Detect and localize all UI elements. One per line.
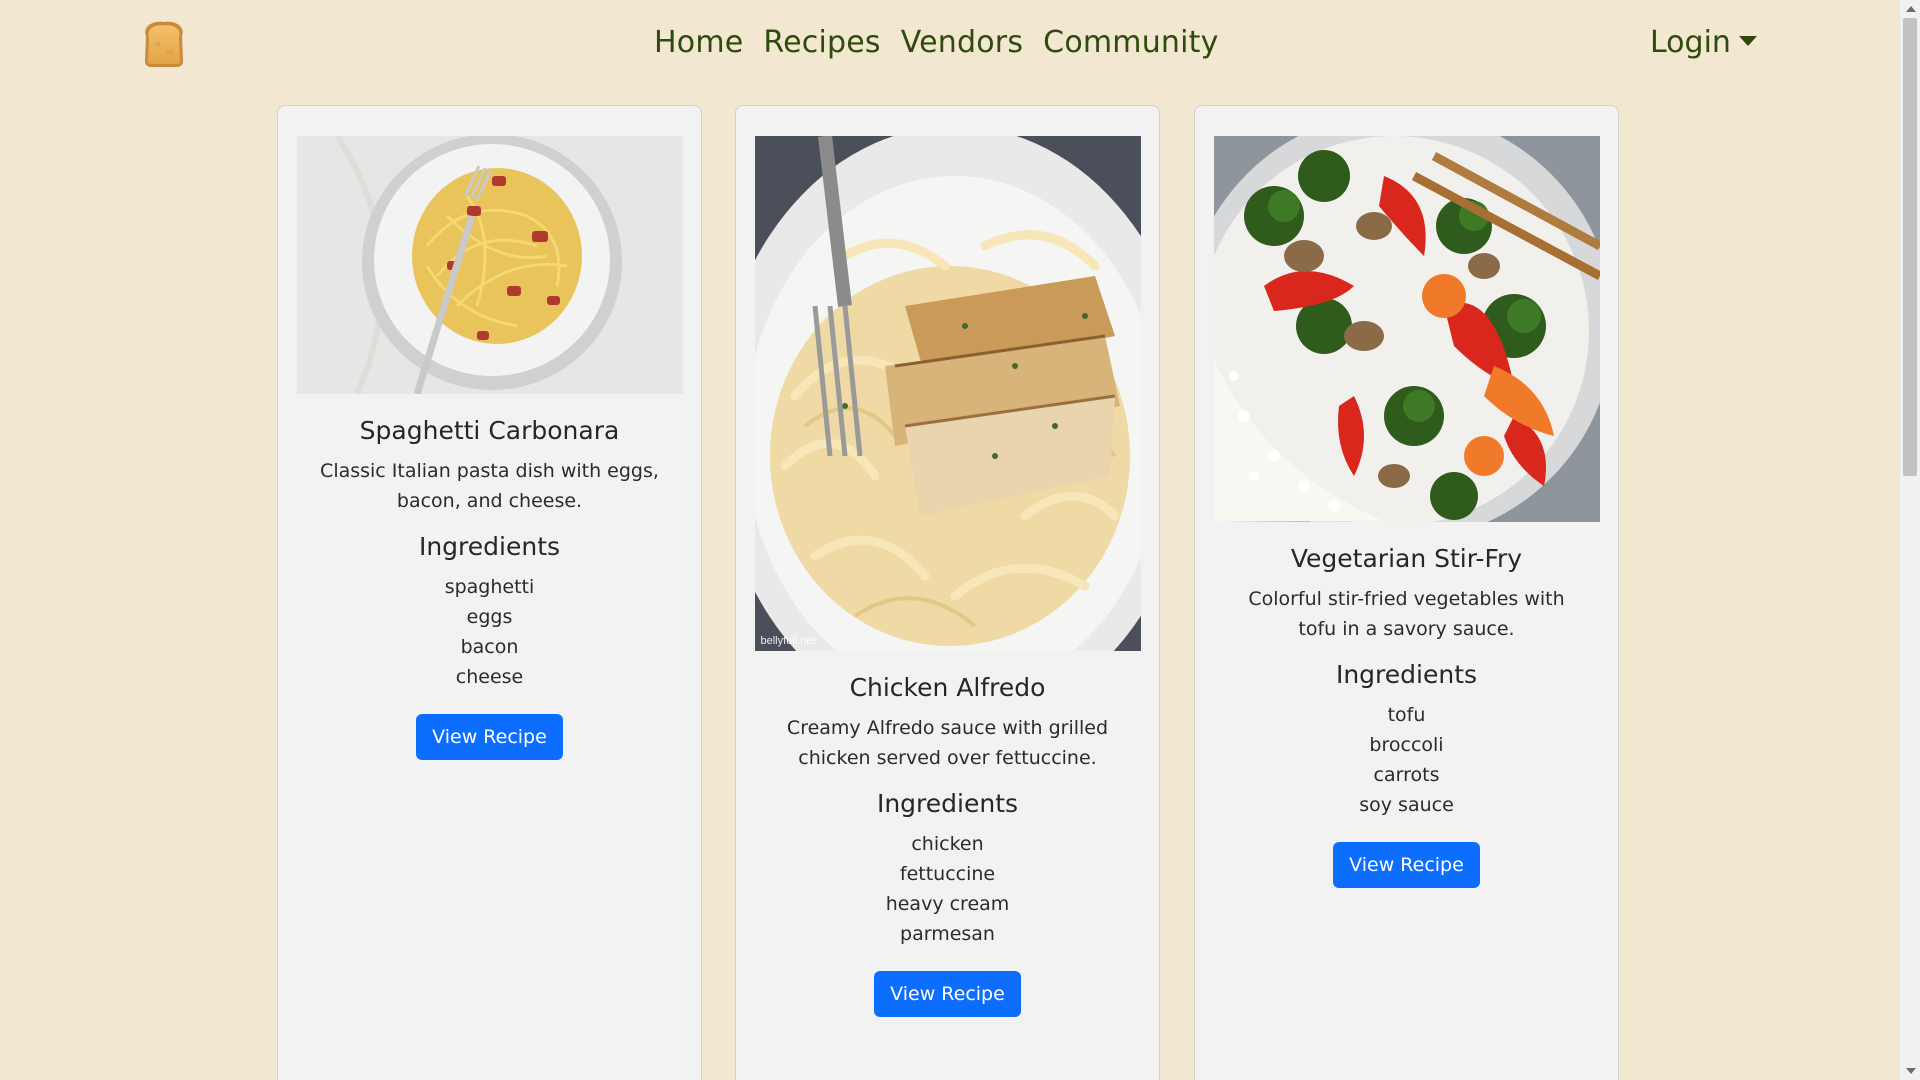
ingredient-item: cheese bbox=[455, 666, 524, 688]
nav-links: Home Recipes Vendors Community bbox=[654, 20, 1219, 66]
view-recipe-button[interactable]: View Recipe bbox=[416, 714, 563, 760]
recipe-card: Vegetarian Stir-Fry Colorful stir-fried … bbox=[1194, 105, 1619, 1080]
recipe-description: Creamy Alfredo sauce with grilled chicke… bbox=[786, 717, 1109, 769]
caret-down-icon bbox=[1738, 36, 1757, 46]
recipe-description: Colorful stir-fried vegetables with tofu… bbox=[1248, 588, 1565, 640]
ingredients-heading: Ingredients bbox=[1335, 660, 1478, 689]
recipe-title: Spaghetti Carbonara bbox=[359, 416, 620, 445]
nav-link-community[interactable]: Community bbox=[1043, 20, 1218, 66]
ingredient-item: fettuccine bbox=[899, 863, 996, 885]
scrollbar-thumb[interactable] bbox=[1903, 18, 1917, 476]
ingredient-item: tofu bbox=[1387, 704, 1426, 726]
ingredient-item: bacon bbox=[460, 636, 519, 658]
recipe-card: Spaghetti Carbonara Classic Italian past… bbox=[277, 105, 702, 1080]
ingredient-item: chicken bbox=[911, 833, 984, 855]
nav-link-recipes[interactable]: Recipes bbox=[763, 20, 880, 66]
ingredients-heading: Ingredients bbox=[876, 789, 1019, 818]
recipe-card: bellyfull.net Chicken Alfredo Creamy Alf… bbox=[735, 105, 1160, 1080]
ingredient-item: parmesan bbox=[900, 923, 995, 945]
scroll-down-arrow-icon[interactable] bbox=[1906, 1068, 1916, 1074]
vertical-scrollbar[interactable] bbox=[1899, 0, 1920, 1080]
ingredients-list: spaghetti eggs bacon cheese bbox=[278, 572, 701, 692]
page: Home Recipes Vendors Community Login Spa… bbox=[0, 0, 1920, 1080]
ingredient-item: soy sauce bbox=[1359, 794, 1454, 816]
ingredients-list: chicken fettuccine heavy cream parmesan bbox=[736, 829, 1159, 949]
view-recipe-button[interactable]: View Recipe bbox=[874, 971, 1021, 1017]
toast-logo-icon[interactable] bbox=[140, 18, 188, 68]
ingredient-item: broccoli bbox=[1369, 734, 1444, 756]
recipe-title: Vegetarian Stir-Fry bbox=[1290, 544, 1523, 573]
ingredient-item: eggs bbox=[466, 606, 513, 628]
chicken-alfredo-image: bellyfull.net bbox=[754, 136, 1141, 651]
nav-link-vendors[interactable]: Vendors bbox=[901, 20, 1023, 66]
nav-link-home[interactable]: Home bbox=[654, 20, 743, 66]
scroll-up-arrow-icon[interactable] bbox=[1906, 6, 1916, 12]
login-label: Login bbox=[1650, 25, 1731, 60]
spaghetti-carbonara-image bbox=[296, 136, 683, 394]
image-watermark: bellyfull.net bbox=[760, 635, 816, 647]
recipe-description: Classic Italian pasta dish with eggs, ba… bbox=[320, 460, 659, 512]
vegetarian-stir-fry-image bbox=[1213, 136, 1600, 522]
navbar: Home Recipes Vendors Community Login bbox=[0, 0, 1899, 86]
recipe-title: Chicken Alfredo bbox=[849, 673, 1046, 702]
ingredient-item: heavy cream bbox=[885, 893, 1010, 915]
ingredients-heading: Ingredients bbox=[418, 532, 561, 561]
login-dropdown[interactable]: Login bbox=[1650, 20, 1757, 66]
view-recipe-button[interactable]: View Recipe bbox=[1333, 842, 1480, 888]
ingredients-list: tofu broccoli carrots soy sauce bbox=[1195, 700, 1618, 820]
ingredient-item: carrots bbox=[1373, 764, 1440, 786]
ingredient-item: spaghetti bbox=[444, 576, 535, 598]
